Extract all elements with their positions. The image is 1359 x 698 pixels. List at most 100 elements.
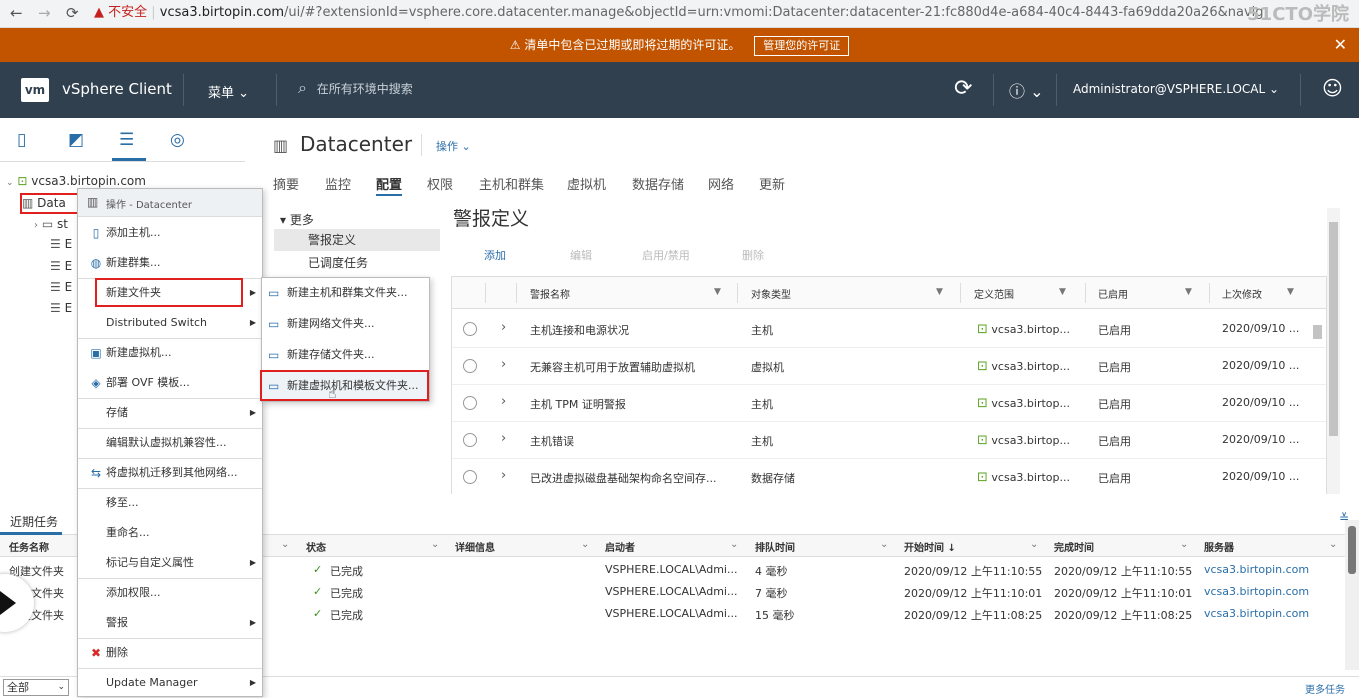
row-radio[interactable] — [463, 396, 477, 410]
task-server-link[interactable]: vcsa3.birtopin.com — [1204, 563, 1309, 576]
more-tasks-link[interactable]: 更多任务 — [1305, 681, 1345, 696]
menu-item-alarms[interactable]: 警报 ▶ — [78, 608, 262, 638]
menu-item-add-host[interactable]: ▯ 添加主机... — [78, 218, 262, 248]
chevron-right-icon[interactable]: › — [501, 431, 506, 446]
row-radio[interactable] — [463, 359, 477, 373]
edit-button[interactable]: 编辑 — [570, 247, 592, 263]
tree-item-host[interactable]: ☰ E — [50, 301, 72, 315]
settings-group-more[interactable]: ▾ 更多 — [280, 211, 314, 228]
networking-icon[interactable]: ◎ — [170, 130, 185, 150]
reload-icon[interactable]: ⟳ — [66, 4, 79, 22]
col-initiator[interactable]: 启动者 — [605, 539, 635, 554]
vms-templates-icon[interactable]: ◩ — [68, 130, 84, 150]
menu-item-rename[interactable]: 重命名... — [78, 518, 262, 548]
tree-root[interactable]: ⌄ ⊡ vcsa3.birtopin.com — [6, 174, 146, 188]
filter-icon[interactable]: ▼ — [1287, 287, 1294, 297]
chevron-down-icon[interactable]: ⌄ — [1030, 539, 1038, 550]
filter-icon[interactable]: ▼ — [936, 287, 943, 297]
menu-item-update-manager[interactable]: Update Manager ▶ — [78, 668, 262, 698]
menu-dropdown[interactable]: 菜单 ⌄ — [208, 82, 249, 101]
add-button[interactable]: 添加 — [484, 247, 506, 263]
table-row[interactable]: › 主机错误 主机 ⊡ vcsa3.birtop... 已启用 2020/09/… — [452, 422, 1326, 459]
cell-name[interactable]: 无兼容主机可用于放置辅助虚拟机 — [530, 359, 695, 375]
tab-hosts-clusters[interactable]: 主机和群集 — [479, 174, 544, 193]
submenu-item-network-folder[interactable]: ▭ 新建网络文件夹... — [262, 309, 429, 339]
chevron-right-icon[interactable]: › — [501, 357, 506, 372]
chevron-right-icon[interactable]: › — [501, 468, 506, 483]
chevron-right-icon[interactable]: › — [501, 394, 506, 409]
cell-scope[interactable]: vcsa3.birtop... — [991, 323, 1070, 336]
menu-item-deploy-ovf[interactable]: ◈ 部署 OVF 模板... — [78, 368, 262, 398]
tab-permissions[interactable]: 权限 — [427, 174, 453, 193]
cell-scope[interactable]: vcsa3.birtop... — [991, 471, 1070, 484]
table-row[interactable]: › 已改进虚拟磁盘基础架构命名空间存... 数据存储 ⊡ vcsa3.birto… — [452, 459, 1326, 494]
forward-arrow-icon[interactable]: → — [38, 4, 51, 22]
cell-name[interactable]: 已改进虚拟磁盘基础架构命名空间存... — [530, 470, 717, 486]
help-icon[interactable]: ⓘ ⌄ — [1009, 78, 1044, 102]
tab-networks[interactable]: 网络 — [708, 174, 734, 193]
refresh-icon[interactable]: ⟳ — [954, 76, 972, 101]
table-row[interactable]: › 无兼容主机可用于放置辅助虚拟机 虚拟机 ⊡ vcsa3.birtop... … — [452, 348, 1326, 385]
col-defined-in[interactable]: 定义范围 — [974, 286, 1014, 301]
tab-updates[interactable]: 更新 — [759, 174, 785, 193]
chevron-down-icon[interactable]: ⌄ — [281, 539, 289, 550]
col-last-modified[interactable]: 上次修改 — [1222, 286, 1262, 301]
tab-recent-tasks[interactable]: 近期任务 — [10, 513, 58, 530]
col-start-time[interactable]: 开始时间 ↓ — [904, 539, 956, 554]
col-server[interactable]: 服务器 — [1204, 539, 1234, 554]
task-server-link[interactable]: vcsa3.birtopin.com — [1204, 585, 1309, 598]
menu-item-distributed-switch[interactable]: Distributed Switch ▶ — [78, 308, 262, 338]
filter-icon[interactable]: ▼ — [1059, 287, 1066, 297]
cell-name[interactable]: 主机 TPM 证明警报 — [530, 396, 626, 412]
table-row[interactable]: › 主机连接和电源状况 主机 ⊡ vcsa3.birtop... 已启用 202… — [452, 311, 1326, 348]
chevron-right-icon[interactable]: › — [501, 320, 506, 335]
menu-item-add-permission[interactable]: 添加权限... — [78, 578, 262, 608]
tree-item-host[interactable]: ☰ E — [50, 280, 72, 294]
tree-item-host[interactable]: ☰ E — [50, 259, 72, 273]
back-arrow-icon[interactable]: ← — [10, 4, 23, 22]
chevron-right-icon[interactable]: › — [34, 220, 38, 231]
user-menu[interactable]: Administrator@VSPHERE.LOCAL ⌄ — [1073, 82, 1279, 96]
chevron-down-icon[interactable]: ⌄ — [880, 539, 888, 550]
col-enabled[interactable]: 已启用 — [1098, 286, 1128, 301]
expand-chevron-icon[interactable]: ⌄ — [6, 178, 14, 188]
col-task-name[interactable]: 任务名称 — [9, 539, 49, 554]
filter-icon[interactable]: ▼ — [1185, 287, 1192, 297]
col-details[interactable]: 详细信息 — [455, 539, 495, 554]
task-server-link[interactable]: vcsa3.birtopin.com — [1204, 607, 1309, 620]
col-completion-time[interactable]: 完成时间 — [1054, 539, 1094, 554]
tab-configure[interactable]: 配置 — [376, 174, 402, 193]
filter-icon[interactable]: ▼ — [714, 287, 721, 297]
col-alarm-name[interactable]: 警报名称 — [530, 286, 570, 301]
chevron-down-icon[interactable]: ⌄ — [1329, 539, 1337, 550]
tree-item-folder[interactable]: › ▭ st — [34, 217, 68, 231]
grid-scrollbar-thumb[interactable] — [1313, 325, 1322, 339]
submenu-item-storage-folder[interactable]: ▭ 新建存储文件夹... — [262, 340, 429, 370]
menu-item-delete[interactable]: ✖ 删除 — [78, 638, 262, 668]
chevron-down-icon[interactable]: ⌄ — [581, 539, 589, 550]
scrollbar-thumb[interactable] — [1348, 526, 1356, 574]
settings-item-scheduled-tasks[interactable]: 已调度任务 — [308, 254, 368, 271]
delete-button[interactable]: 删除 — [742, 247, 764, 263]
tab-vms[interactable]: 虚拟机 — [567, 174, 606, 193]
col-object-type[interactable]: 对象类型 — [751, 286, 791, 301]
enable-disable-button[interactable]: 启用/禁用 — [642, 247, 690, 263]
cell-scope[interactable]: vcsa3.birtop... — [991, 397, 1070, 410]
menu-item-edit-compat[interactable]: 编辑默认虚拟机兼容性... — [78, 428, 262, 458]
scrollbar-thumb[interactable] — [1329, 222, 1338, 436]
menu-item-new-vm[interactable]: ▣ 新建虚拟机... — [78, 338, 262, 368]
task-filter-select[interactable]: 全部 ⌄ — [3, 679, 69, 696]
row-radio[interactable] — [463, 433, 477, 447]
manage-license-button[interactable]: 管理您的许可证 — [754, 35, 850, 56]
actions-dropdown[interactable]: 操作 ⌄ — [436, 138, 471, 154]
feedback-smiley-icon[interactable]: ☺ — [1322, 76, 1343, 100]
cell-name[interactable]: 主机错误 — [530, 433, 574, 449]
menu-item-storage[interactable]: 存储 ▶ — [78, 398, 262, 428]
hosts-clusters-icon[interactable]: ▯ — [17, 130, 26, 150]
menu-item-new-cluster[interactable]: ◍ 新建群集... — [78, 248, 262, 278]
chevron-down-icon[interactable]: ⌄ — [431, 539, 439, 550]
cell-scope[interactable]: vcsa3.birtop... — [991, 360, 1070, 373]
tab-summary[interactable]: 摘要 — [273, 174, 299, 193]
address-bar[interactable]: ▲ 不安全 | vcsa3.birtopin.com/ui/#?extensio… — [94, 2, 1264, 24]
menu-item-tags[interactable]: 标记与自定义属性 ▶ — [78, 548, 262, 578]
